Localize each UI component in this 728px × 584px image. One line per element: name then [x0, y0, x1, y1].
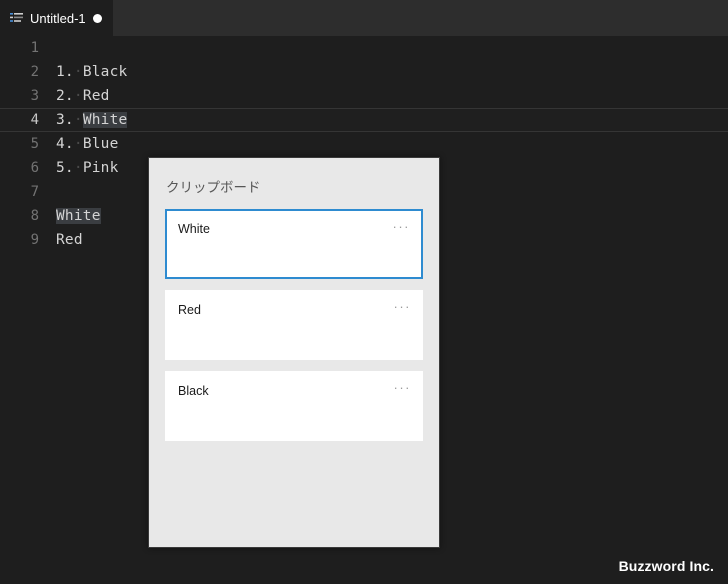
line-number: 7: [30, 184, 39, 200]
code-line-text: 5.·Pink: [56, 160, 119, 176]
selected-text: White: [82, 112, 128, 128]
whitespace-dot-icon: ·: [73, 88, 83, 104]
clipboard-item[interactable]: Red ···: [165, 290, 423, 360]
clipboard-item-more-icon[interactable]: ···: [394, 381, 412, 394]
line-number: 5: [30, 136, 39, 152]
code-line-text: White: [56, 208, 101, 224]
clipboard-item-more-icon[interactable]: ···: [394, 300, 412, 313]
line-number: 1: [30, 40, 39, 56]
whitespace-dot-icon: ·: [73, 64, 83, 80]
code-text-run: 1.: [56, 64, 74, 80]
code-line-text: 1.·Black: [56, 64, 127, 80]
unsaved-changes-dot[interactable]: [92, 13, 102, 23]
code-line[interactable]: 3 2.·Red: [0, 84, 728, 108]
clipboard-item-text: Black: [178, 384, 209, 398]
clipboard-item-more-icon[interactable]: ···: [393, 220, 411, 233]
clipboard-item[interactable]: Black ···: [165, 371, 423, 441]
code-text-run: 3.: [56, 112, 74, 128]
whitespace-dot-icon: ·: [73, 136, 83, 152]
code-text-run: Blue: [82, 136, 119, 152]
clipboard-panel-title: クリップボード: [166, 180, 261, 195]
code-line[interactable]: 5 4.·Blue: [0, 132, 728, 156]
clipboard-item-text: White: [178, 222, 210, 236]
line-number: 4: [30, 112, 39, 128]
tab-bar: Untitled-1: [0, 0, 728, 36]
code-line[interactable]: 4 3.·White: [0, 108, 728, 132]
code-line-text: 3.·White: [56, 112, 128, 128]
code-line-text: Red: [56, 232, 83, 248]
code-text-run: Red: [82, 88, 110, 104]
line-number: 3: [30, 88, 39, 104]
clipboard-item[interactable]: White ···: [165, 209, 423, 279]
clipboard-item-text: Red: [178, 303, 201, 317]
tab-untitled-1[interactable]: Untitled-1: [0, 0, 113, 36]
line-number: 8: [30, 208, 39, 224]
selected-text: White: [56, 208, 101, 224]
code-text-run: Black: [82, 64, 128, 80]
code-text-run: 2.: [56, 88, 74, 104]
tab-title: Untitled-1: [30, 10, 86, 26]
clipboard-item-list: White ··· Red ··· Black ···: [149, 196, 439, 441]
line-number: 9: [30, 232, 39, 248]
code-line-text: 2.·Red: [56, 88, 110, 104]
code-text-run: 5.: [56, 160, 74, 176]
watermark: Buzzword Inc.: [618, 558, 714, 574]
list-lines-icon: [10, 12, 23, 25]
code-line[interactable]: 1: [0, 36, 728, 60]
line-number: 2: [30, 64, 39, 80]
code-text-run: Pink: [82, 160, 119, 176]
code-text-run: Red: [56, 232, 83, 248]
whitespace-dot-icon: ·: [73, 160, 83, 176]
clipboard-panel: クリップボード White ··· Red ··· Black ···: [148, 157, 440, 548]
line-number: 6: [30, 160, 39, 176]
code-text-run: 4.: [56, 136, 74, 152]
code-line[interactable]: 2 1.·Black: [0, 60, 728, 84]
code-line-text: 4.·Blue: [56, 136, 119, 152]
whitespace-dot-icon: ·: [73, 112, 83, 128]
